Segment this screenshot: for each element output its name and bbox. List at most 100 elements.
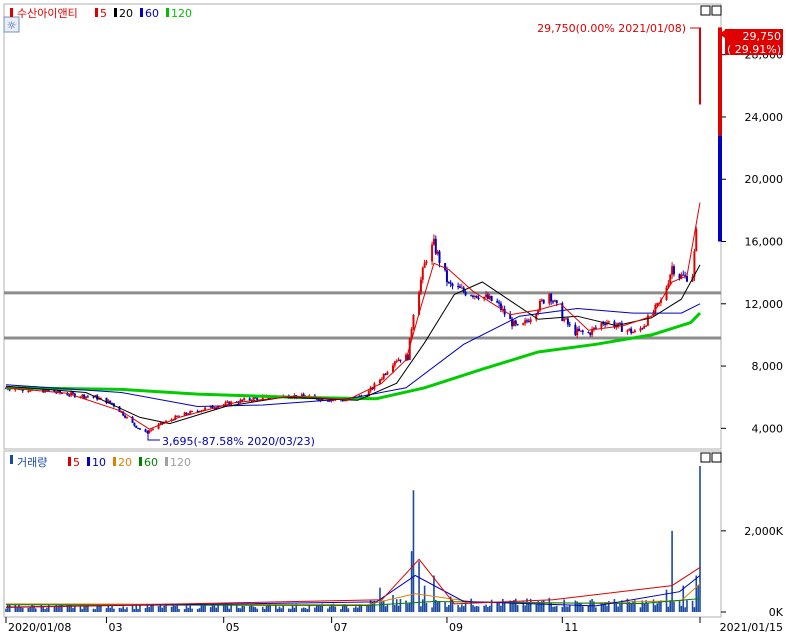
legend-swatch xyxy=(113,457,116,466)
candle-body xyxy=(568,324,571,326)
volume-bar xyxy=(581,606,584,612)
volume-bar xyxy=(293,607,296,612)
candle-body xyxy=(254,397,257,399)
volume-title: 거래량 xyxy=(17,456,47,469)
candle-body xyxy=(512,320,515,327)
volume-bar xyxy=(667,606,670,612)
volume-bar xyxy=(395,599,398,612)
volume-bar xyxy=(619,603,621,612)
stock-title: 수산아이앤티 xyxy=(17,7,78,20)
candle-body xyxy=(630,328,633,334)
volume-bar xyxy=(228,608,231,612)
candle-body xyxy=(618,322,621,324)
price-panel-maximize-button[interactable] xyxy=(711,5,722,16)
volume-bar xyxy=(18,604,20,612)
volume-bar xyxy=(686,600,688,612)
x-tick-label: 03 xyxy=(108,621,122,634)
candle-body xyxy=(587,332,590,334)
volume-bar xyxy=(83,606,85,612)
candle-body xyxy=(137,427,140,429)
price-range-bar xyxy=(718,27,722,242)
legend-label: 120 xyxy=(170,456,191,469)
candle-body xyxy=(464,291,467,296)
volume-bar xyxy=(340,609,342,612)
candle-body xyxy=(124,415,127,418)
volume-bar xyxy=(606,605,608,612)
volume-panel-maximize-button[interactable] xyxy=(711,452,722,463)
volume-bar xyxy=(578,602,580,612)
volume-bar xyxy=(658,601,660,612)
candle-body xyxy=(600,323,603,328)
volume-bar xyxy=(602,604,605,612)
range-down-segment xyxy=(718,135,722,242)
volume-bar xyxy=(237,607,240,612)
candle-body xyxy=(431,244,434,262)
volume-bar xyxy=(178,608,180,612)
candle-body xyxy=(576,328,579,336)
volume-bar xyxy=(263,609,266,612)
candle-body xyxy=(434,238,437,254)
volume-bar xyxy=(120,608,123,612)
volume-bar xyxy=(94,609,97,612)
volume-bar xyxy=(222,604,225,612)
volume-bar xyxy=(170,606,173,612)
volume-bar xyxy=(189,604,191,612)
legend-swatch xyxy=(68,457,71,466)
candle-body xyxy=(525,320,528,322)
volume-bar xyxy=(459,607,461,612)
candle-body xyxy=(85,396,88,399)
x-tick-label: 2021/01/15 xyxy=(720,621,783,634)
volume-bar xyxy=(230,604,232,612)
candle-body xyxy=(472,295,475,297)
volume-bar xyxy=(528,603,530,612)
volume-bar xyxy=(488,605,491,612)
candle-body xyxy=(628,328,631,331)
high-annotation: 29,750(0.00% 2021/01/08) xyxy=(537,22,686,35)
volume-bar xyxy=(161,607,164,612)
price-tick-label: 20,000 xyxy=(745,173,784,186)
volume-bar xyxy=(150,605,152,612)
volume-bar xyxy=(555,605,558,612)
volume-bar xyxy=(27,607,30,612)
volume-bar xyxy=(397,605,400,612)
candle-body xyxy=(109,400,112,403)
candle-body xyxy=(496,301,499,303)
candle-body xyxy=(393,361,396,366)
volume-bar xyxy=(498,602,500,612)
legend-swatch xyxy=(87,457,90,466)
volume-bar xyxy=(561,606,564,612)
volume-bar xyxy=(55,604,58,612)
legend-swatch xyxy=(139,457,142,466)
legend-label: 20 xyxy=(118,456,132,469)
candle-body xyxy=(671,266,674,275)
price-tick-label: 4,000 xyxy=(752,422,784,435)
volume-bar xyxy=(405,600,407,612)
candle-body xyxy=(412,314,415,329)
volume-bar xyxy=(301,608,303,612)
volume-bar xyxy=(656,603,659,612)
volume-panel-restore-button[interactable] xyxy=(700,452,711,463)
candle-body xyxy=(685,275,688,282)
volume-bar xyxy=(213,604,216,612)
volume-bar xyxy=(384,606,387,612)
candle-body xyxy=(421,267,424,280)
candle-body xyxy=(473,295,476,297)
candle-body xyxy=(419,279,422,293)
volume-bar xyxy=(617,606,619,612)
price-panel-restore-button[interactable] xyxy=(700,5,711,16)
volume-bar xyxy=(256,608,258,612)
volume-bar xyxy=(202,604,205,612)
volume-bar xyxy=(319,605,322,612)
volume-bar xyxy=(669,600,672,612)
volume-bar xyxy=(278,606,281,612)
candle-body xyxy=(695,228,698,252)
candle-body xyxy=(522,323,525,325)
candle-body xyxy=(178,415,181,417)
volume-bar xyxy=(74,606,76,612)
candle-body xyxy=(68,395,71,397)
volume-bar xyxy=(386,603,389,612)
volume-bar xyxy=(204,605,206,612)
volume-bar xyxy=(157,606,160,612)
volume-bar xyxy=(501,598,504,612)
current-change: ( 29.91%) xyxy=(727,43,781,56)
